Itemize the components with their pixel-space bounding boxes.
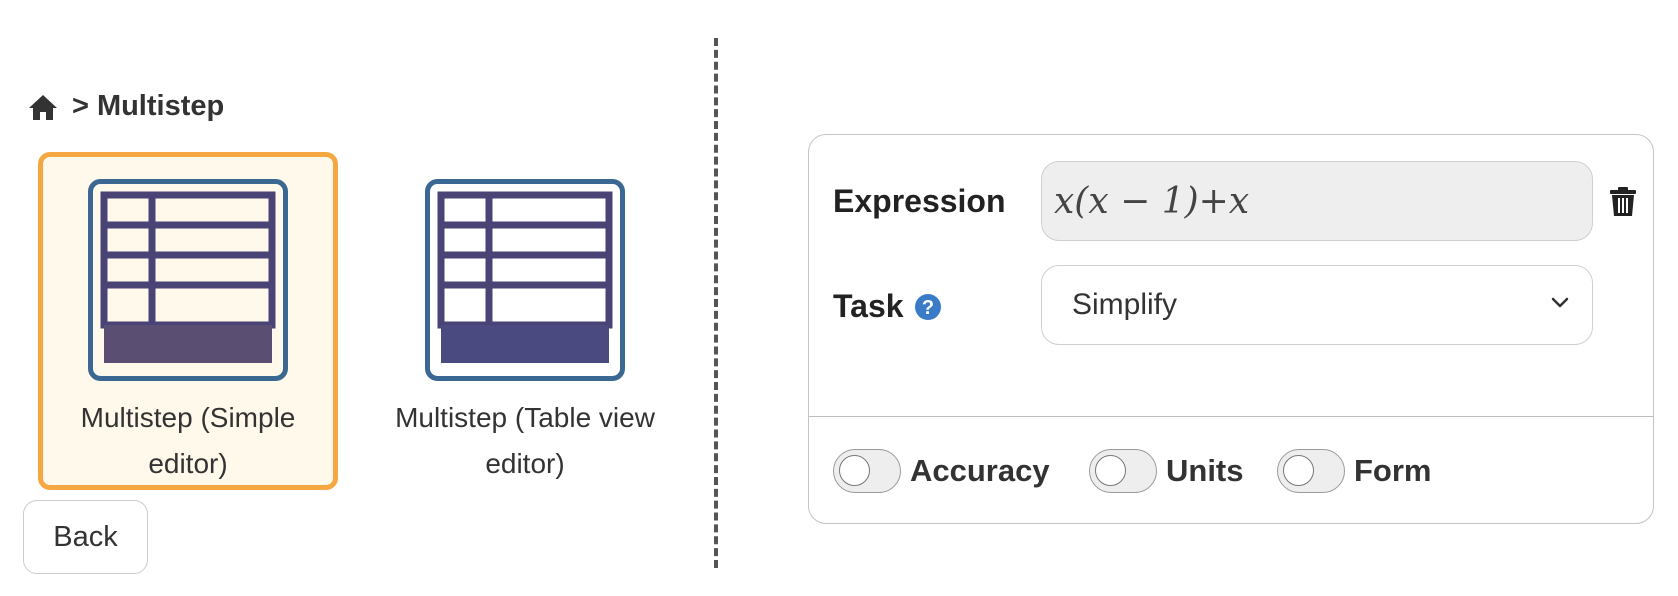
card-label: Multistep (Simple editor) (80, 402, 296, 479)
breadcrumb-separator: > (72, 90, 89, 122)
chevron-down-icon (1551, 297, 1569, 308)
svg-text:?: ? (921, 297, 933, 319)
breadcrumb-current: Multistep (96, 90, 225, 122)
home-icon[interactable] (28, 93, 58, 121)
table-grid-icon (88, 179, 288, 381)
back-button[interactable]: Back (23, 500, 148, 574)
task-label-row: Task ? (833, 288, 942, 325)
expression-label: Expression (833, 183, 1006, 219)
task-select[interactable]: Simplify (1041, 265, 1593, 345)
card-multistep-simple-editor[interactable]: Multistep (Simple editor) (38, 152, 338, 490)
table-grid-icon (425, 179, 625, 381)
card-label: Multistep (Table view editor) (395, 402, 655, 479)
task-selected-value: Simplify (1072, 288, 1178, 321)
expression-input[interactable]: x(x − 1)+x (1041, 161, 1593, 241)
form-toggle[interactable]: Form (1277, 449, 1432, 493)
toggle-knob (1095, 455, 1126, 486)
expression-panel: Expression x(x − 1)+x Task ? Simplify Ac… (808, 134, 1654, 524)
task-label: Task (833, 288, 904, 324)
panel-divider (809, 416, 1653, 417)
accuracy-toggle[interactable]: Accuracy (833, 449, 1050, 493)
toggle-label-form: Form (1354, 453, 1432, 488)
trash-icon[interactable] (1609, 187, 1637, 217)
page: > Multistep Multistep (Simple editor) Mu… (0, 0, 1678, 596)
toggle-switch[interactable] (1277, 449, 1345, 493)
question-circle-icon[interactable]: ? (914, 293, 942, 321)
units-toggle[interactable]: Units (1089, 449, 1244, 493)
toggle-knob (839, 455, 870, 486)
toggle-switch[interactable] (833, 449, 901, 493)
breadcrumb: > Multistep (28, 90, 224, 123)
card-multistep-table-view-editor[interactable]: Multistep (Table view editor) (375, 152, 675, 490)
toggle-label-units: Units (1166, 453, 1244, 488)
toggle-switch[interactable] (1089, 449, 1157, 493)
toggle-knob (1283, 455, 1314, 486)
toggle-label-accuracy: Accuracy (910, 453, 1050, 488)
panel-divider-vertical (714, 38, 718, 568)
